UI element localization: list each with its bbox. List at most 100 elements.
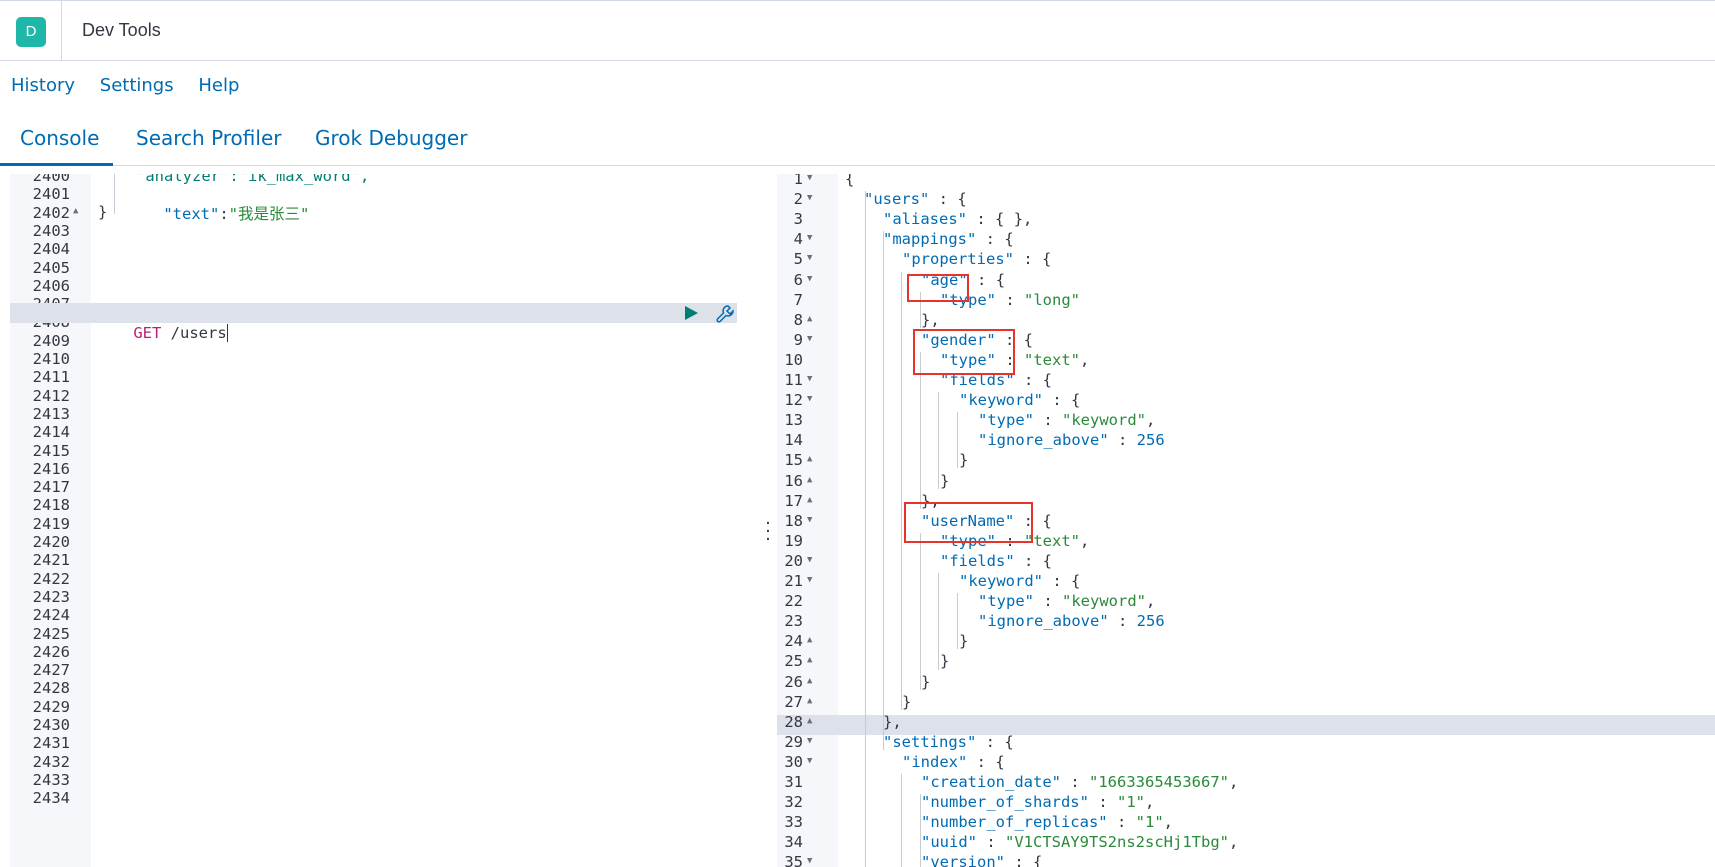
play-icon[interactable] <box>683 305 699 321</box>
output-code-line: } <box>921 672 931 691</box>
output-line-number: 8 <box>793 310 803 329</box>
pane-resize-handle[interactable]: · · · <box>763 515 773 549</box>
editor-line-number: 2425 <box>32 624 70 643</box>
tab-console[interactable]: Console <box>20 126 99 150</box>
indent-guide <box>901 774 902 867</box>
editor-line-number: 2427 <box>32 661 70 680</box>
fold-down-icon[interactable]: ▼ <box>807 736 812 746</box>
output-code-line: } <box>959 451 969 470</box>
fold-up-icon[interactable]: ▲ <box>807 716 812 726</box>
output-line-number: 15 <box>784 451 803 470</box>
output-code-line: "creation_date" : "1663365453667", <box>921 773 1239 791</box>
request-method: GET <box>133 324 162 342</box>
output-code-line: "number_of_shards" : "1", <box>921 793 1155 812</box>
text-value: "我是张三" <box>228 205 310 223</box>
fold-down-icon[interactable]: ▼ <box>807 575 812 585</box>
fold-down-icon[interactable]: ▼ <box>807 274 812 284</box>
app-title: Dev Tools <box>82 20 161 40</box>
output-code-line: "type" : "keyword", <box>978 592 1156 611</box>
output-line-number: 5 <box>793 250 803 269</box>
output-line-number: 32 <box>784 793 803 812</box>
output-line-number: 34 <box>784 833 803 852</box>
fold-down-icon[interactable]: ▼ <box>807 174 812 183</box>
tab-search-profiler[interactable]: Search Profiler <box>136 126 281 150</box>
output-code-line: "aliases" : { }, <box>883 210 1033 229</box>
editor-line-number: 2413 <box>32 404 70 423</box>
output-line-number: 29 <box>784 732 803 751</box>
text-key: "text" <box>163 205 220 223</box>
response-output[interactable]: 1 ▼ {2 ▼ "users" : {3 "aliases" : { }, 4 ▼ "mapp… <box>777 174 1715 867</box>
output-code-line: "users" : { <box>864 190 967 209</box>
fold-up-icon[interactable]: ▲ <box>807 676 812 686</box>
output-code-line: { <box>845 174 855 188</box>
wrench-icon[interactable] <box>715 304 735 324</box>
highlight-box-gender <box>913 329 1015 375</box>
output-line-number: 27 <box>784 692 803 711</box>
output-line-number: 14 <box>784 431 803 450</box>
editor-line-number: 2422 <box>32 569 70 588</box>
fold-down-icon[interactable]: ▼ <box>807 374 812 384</box>
output-line-number: 10 <box>784 350 803 369</box>
editor-line-number: 2402 <box>32 203 70 222</box>
output-line-number: 23 <box>784 612 803 631</box>
fold-up-icon[interactable]: ▲ <box>807 495 812 505</box>
output-code-line: "keyword" : { <box>959 572 1081 590</box>
fold-up-icon[interactable]: ▲ <box>807 454 812 464</box>
editor-line-number: 2414 <box>32 423 70 442</box>
fold-down-icon[interactable]: ▼ <box>807 856 812 866</box>
output-code-line: } <box>940 471 950 490</box>
menu-help[interactable]: Help <box>198 75 239 96</box>
editor-line-number: 2401 <box>32 185 70 204</box>
fold-arrow-icon[interactable]: ▲ <box>73 206 78 216</box>
output-code-line: "type" : "keyword", <box>978 411 1156 430</box>
fold-down-icon[interactable]: ▼ <box>807 334 812 344</box>
fold-up-icon[interactable]: ▲ <box>807 475 812 485</box>
output-code-line: "uuid" : "V1CTSAY9TS2ns2scHj1Tbg", <box>921 833 1239 852</box>
editor-line-number: 2412 <box>32 386 70 405</box>
request-path: /users <box>170 324 227 342</box>
app-logo[interactable]: D <box>16 17 46 47</box>
editor-line-number: 2410 <box>32 350 70 368</box>
fold-down-icon[interactable]: ▼ <box>807 555 812 565</box>
fold-down-icon[interactable]: ▼ <box>807 756 812 766</box>
editor-line-number: 2404 <box>32 240 70 259</box>
editor-line-number: 2417 <box>32 478 70 497</box>
fold-down-icon[interactable]: ▼ <box>807 394 812 404</box>
editor-line-number: 2419 <box>32 514 70 533</box>
fold-down-icon[interactable]: ▼ <box>807 253 812 263</box>
output-line-number: 30 <box>784 752 803 771</box>
output-line-number: 11 <box>784 371 803 389</box>
output-line-number: 28 <box>784 712 803 731</box>
output-line-number: 13 <box>784 411 803 430</box>
fold-up-icon[interactable]: ▲ <box>807 635 812 645</box>
active-tab-indicator <box>0 163 113 166</box>
editor-line-number: 2432 <box>32 752 70 771</box>
fold-up-icon[interactable]: ▲ <box>807 696 812 706</box>
output-line-number: 1 <box>793 174 803 188</box>
fold-up-icon[interactable]: ▲ <box>807 314 812 324</box>
output-line-number: 24 <box>784 632 803 651</box>
output-line-number: 21 <box>784 572 803 590</box>
fold-down-icon[interactable]: ▼ <box>807 193 812 203</box>
output-line-number: 9 <box>793 330 803 349</box>
output-code-line: "ignore_above" : 256 <box>978 431 1165 450</box>
fold-down-icon[interactable]: ▼ <box>807 515 812 525</box>
request-line[interactable]: GET /users <box>96 303 228 342</box>
editor-line-number: 2431 <box>32 734 70 753</box>
indent-guide <box>920 532 921 690</box>
output-line-number: 33 <box>784 813 803 832</box>
indent-guide <box>957 412 958 469</box>
menu-settings[interactable]: Settings <box>100 75 174 96</box>
editor-line-number: 2406 <box>32 276 70 295</box>
request-editor[interactable]: 240024012402▲240324042405240624072408240… <box>10 174 745 867</box>
output-line-number: 25 <box>784 652 803 671</box>
fold-down-icon[interactable]: ▼ <box>807 233 812 243</box>
indent-guide <box>938 392 939 489</box>
tab-grok-debugger[interactable]: Grok Debugger <box>315 126 467 150</box>
output-code-line: }, <box>921 310 940 329</box>
indent-guide <box>920 351 921 509</box>
fold-up-icon[interactable]: ▲ <box>807 655 812 665</box>
output-code-line: "settings" : { <box>883 732 1014 751</box>
indent-guide <box>865 191 866 867</box>
menu-history[interactable]: History <box>11 75 75 96</box>
